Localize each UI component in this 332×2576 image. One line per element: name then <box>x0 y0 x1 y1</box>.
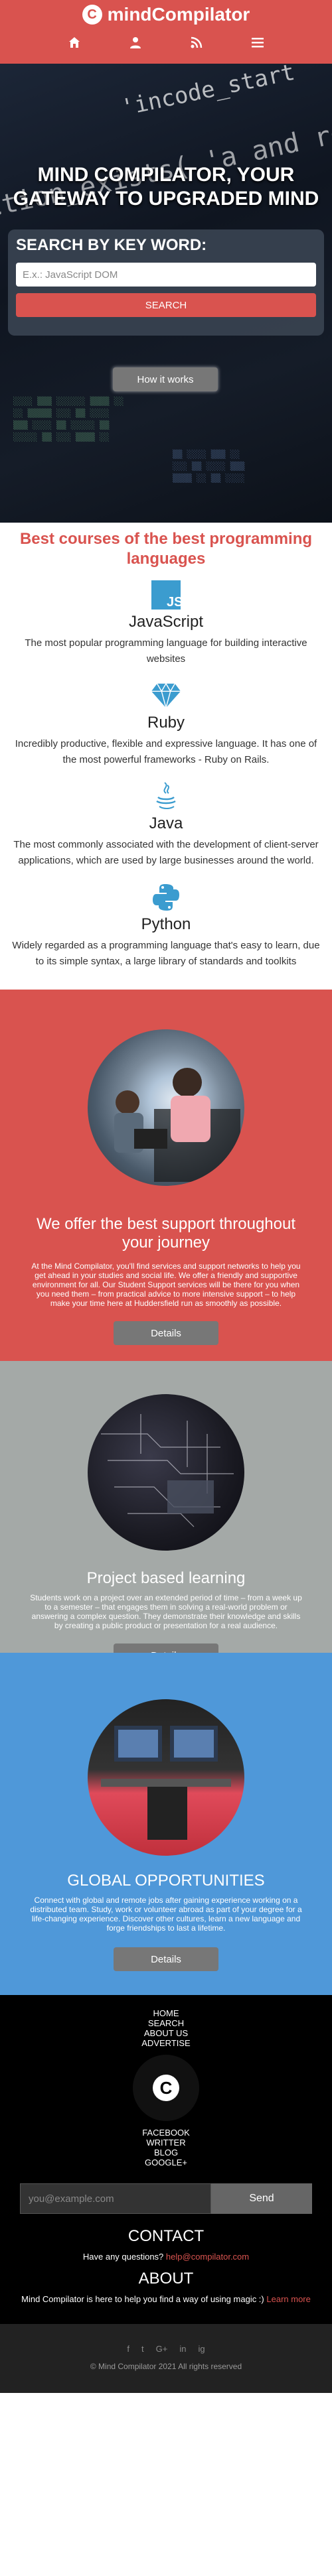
hero-code-text: 'incode_start <box>118 64 297 122</box>
courses-heading: Best courses of the best programming lan… <box>19 530 313 568</box>
footer-logo[interactable]: C <box>133 2055 199 2121</box>
email-field[interactable] <box>20 2183 211 2214</box>
search-input[interactable] <box>16 263 316 287</box>
footer-link-advertise[interactable]: ADVERTISE <box>0 2038 332 2048</box>
feature-support-panel: We offer the best support throughout you… <box>0 990 332 1361</box>
search-label: SEARCH BY KEY WORD: <box>16 236 207 254</box>
footer-link-home[interactable]: HOME <box>0 2008 332 2018</box>
how-it-works-button[interactable]: How it works <box>113 367 218 391</box>
feature-global-panel: GLOBAL OPPORTUNITIES Connect with global… <box>0 1653 332 1995</box>
footer-link-about-us[interactable]: ABOUT US <box>0 2028 332 2038</box>
hero-section: 'incode_start ction_exists( 'a and regis… <box>0 64 332 523</box>
search-panel: SEARCH BY KEY WORD: SEARCH <box>8 229 324 336</box>
workspace-photo <box>88 1699 244 1856</box>
about-description: Mind Compilator is here to help you find… <box>21 2294 264 2304</box>
instagram-icon[interactable]: ig <box>198 2344 205 2354</box>
footer-link-writter[interactable]: WRITTER <box>0 2138 332 2148</box>
course-title: JavaScript <box>128 613 204 631</box>
course-item-javascript: JS JavaScript The most popular programmi… <box>0 580 332 667</box>
course-item-java: Java The most commonly associated with t… <box>0 781 332 869</box>
hero-title: MIND COMPILATOR, YOUR GATEWAY TO UPGRADE… <box>13 164 319 210</box>
course-item-python: Python Widely regarded as a programming … <box>0 882 332 970</box>
hero-code-decoration: ░░░░ ▒▒▒ ░░░░░░ ▒▒▒▒ ░░ ░░ ▒▒▒▒▒ ░░░ ▒▒ ░… <box>13 397 124 442</box>
feature-title: We offer the best support throughout you… <box>36 1215 296 1252</box>
courses-section: Best courses of the best programming lan… <box>0 523 332 990</box>
send-button[interactable]: Send <box>211 2183 312 2214</box>
ruby-icon <box>151 680 181 711</box>
rss-icon[interactable] <box>189 34 205 50</box>
feature-text: Students work on a project over an exten… <box>30 1593 302 1630</box>
menu-icon[interactable] <box>250 34 266 50</box>
bottom-bar: f t G+ in ig © Mind Compilator 2021 All … <box>0 2324 332 2393</box>
facebook-icon[interactable]: f <box>127 2344 129 2354</box>
feature-title: Project based learning <box>86 1569 246 1587</box>
contact-heading: CONTACT <box>127 2227 205 2245</box>
footer-link-search[interactable]: SEARCH <box>0 2018 332 2028</box>
copyright: © Mind Compilator 2021 All rights reserv… <box>90 2362 242 2371</box>
brand-logo-icon: C <box>82 5 102 25</box>
details-button[interactable]: Details <box>114 1947 218 1971</box>
svg-text:JS: JS <box>167 595 181 610</box>
subscribe-form: Send <box>20 2183 312 2214</box>
course-title: Python <box>141 915 191 933</box>
footer-links-top: HOME SEARCH ABOUT US ADVERTISE <box>0 2008 332 2048</box>
feature-text: At the Mind Compilator, you'll find serv… <box>31 1261 301 1308</box>
learn-more-link[interactable]: Learn more <box>266 2294 310 2304</box>
brand[interactable]: C mindCompilator <box>0 0 332 29</box>
python-icon <box>151 882 181 913</box>
about-heading: ABOUT <box>138 2270 194 2287</box>
linkedin-icon[interactable]: in <box>179 2344 186 2354</box>
feature-text: Connect with global and remote jobs afte… <box>30 1896 302 1933</box>
top-header: C mindCompilator <box>0 0 332 64</box>
hero-code-decoration: ▒▒ ░░░░ ▒▒▒ ░░ ░░░ ▒▒ ░░░░ ▒▒▒ ▒▒▒▒ ░░ ▒▒ … <box>173 450 245 483</box>
course-title: Java <box>149 814 183 832</box>
circuit-board-photo <box>88 1394 244 1551</box>
feature-title: GLOBAL OPPORTUNITIES <box>67 1872 265 1890</box>
details-button[interactable]: Details <box>114 1321 218 1345</box>
user-icon[interactable] <box>127 34 143 50</box>
course-description: The most commonly associated with the de… <box>13 839 319 866</box>
search-button[interactable]: SEARCH <box>16 293 316 317</box>
footer-links-bottom: FACEBOOK WRITTER BLOG GOOGLE+ <box>0 2128 332 2167</box>
course-description: Incredibly productive, flexible and expr… <box>15 738 317 765</box>
about-text: Mind Compilator is here to help you find… <box>0 2293 332 2305</box>
course-description: Widely regarded as a programming languag… <box>12 940 320 967</box>
students-photo <box>88 1029 244 1186</box>
course-title: Ruby <box>147 714 185 732</box>
social-links: f t G+ in ig <box>0 2344 332 2354</box>
icon-nav <box>0 34 332 61</box>
footer-link-facebook[interactable]: FACEBOOK <box>0 2128 332 2138</box>
course-description: The most popular programming language fo… <box>25 637 307 665</box>
java-icon <box>151 781 181 812</box>
feature-project-panel: Project based learning Students work on … <box>0 1361 332 1667</box>
footer-link-blog[interactable]: BLOG <box>0 2148 332 2157</box>
home-icon[interactable] <box>66 34 82 50</box>
contact-question: Have any questions? <box>82 2252 164 2262</box>
js-icon: JS <box>151 580 181 610</box>
google-plus-icon[interactable]: G+ <box>156 2344 168 2354</box>
contact-text: Have any questions? help@compilator.com <box>0 2251 332 2263</box>
brand-name: mindCompilator <box>107 4 250 25</box>
footer-logo-icon: C <box>153 2075 179 2101</box>
twitter-icon[interactable]: t <box>141 2344 144 2354</box>
course-item-ruby: Ruby Incredibly productive, flexible and… <box>0 680 332 768</box>
footer-link-google-plus[interactable]: GOOGLE+ <box>0 2157 332 2167</box>
contact-email-link[interactable]: help@compilator.com <box>166 2252 249 2262</box>
site-footer: HOME SEARCH ABOUT US ADVERTISE C FACEBOO… <box>0 1995 332 2393</box>
